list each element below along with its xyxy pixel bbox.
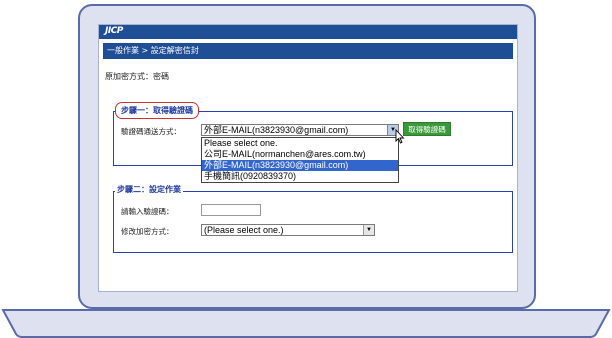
dropdown-option[interactable]: Please select one. <box>202 138 398 149</box>
mouse-cursor-icon <box>395 129 405 144</box>
dropdown-option[interactable]: 公司E-MAIL(normanchen@ares.com.tw) <box>202 149 398 160</box>
get-verification-code-button[interactable]: 取得驗證碼 <box>403 122 451 136</box>
change-encryption-value: (Please select one.) <box>204 225 284 235</box>
dropdown-option[interactable]: 手機簡訊(0920839370) <box>202 171 398 182</box>
page-title-bar: 一般作業 > 設定解密信封 <box>103 43 513 59</box>
screen: JICP 一般作業 > 設定解密信封 原加密方式：密碼 步驟一：取得驗證碼 驗證… <box>98 24 518 292</box>
verification-method-value: 外部E-MAIL(n3823930@gmail.com) <box>204 125 349 135</box>
step2-fieldset <box>113 191 513 253</box>
dropdown-option[interactable]: 外部E-MAIL(n3823930@gmail.com) <box>202 160 398 171</box>
change-encryption-label: 修改加密方式： <box>121 227 174 236</box>
step1-legend: 步驟一：取得驗證碼 <box>115 102 199 119</box>
laptop-base <box>1 309 611 338</box>
app-header: JICP <box>99 25 517 39</box>
breadcrumb: 一般作業 > 設定解密信封 <box>107 46 199 55</box>
change-encryption-select[interactable]: (Please select one.) ▼ <box>201 224 375 236</box>
dropdown-arrow-icon[interactable]: ▼ <box>363 225 374 235</box>
verification-code-label: 請輸入驗證碼： <box>121 207 174 216</box>
verification-method-label: 驗證碼通送方式： <box>121 127 181 136</box>
step2-legend: 步驟二：設定作業 <box>115 184 183 195</box>
verification-method-dropdown-list: Please select one. 公司E-MAIL(normanchen@a… <box>201 137 399 183</box>
original-encryption-text: 原加密方式：密碼 <box>105 72 169 81</box>
app-logo: JICP <box>105 26 123 36</box>
verification-code-input[interactable] <box>201 204 261 216</box>
verification-method-select[interactable]: 外部E-MAIL(n3823930@gmail.com) ▼ <box>201 124 399 136</box>
